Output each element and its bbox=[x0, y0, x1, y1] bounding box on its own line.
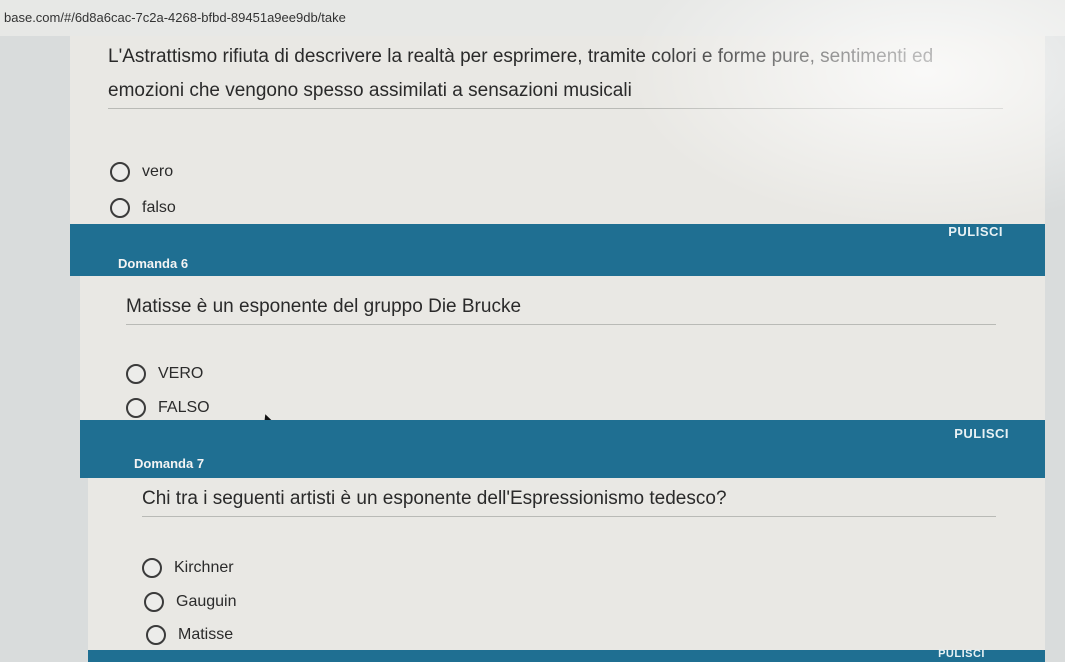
clear-button-7[interactable]: PULISCI bbox=[938, 648, 985, 660]
radio-button[interactable] bbox=[110, 162, 130, 182]
question-number-6: Domanda 6 bbox=[118, 256, 189, 271]
address-bar[interactable]: base.com/#/6d8a6cac-7c2a-4268-bfbd-89451… bbox=[0, 0, 1065, 36]
question-text-7: Chi tra i seguenti artisti è un esponent… bbox=[142, 482, 996, 517]
question-number-7: Domanda 7 bbox=[134, 456, 205, 471]
option-label: Matisse bbox=[178, 626, 234, 643]
option-vero[interactable]: vero bbox=[110, 162, 173, 182]
clear-button-5[interactable]: PULISCI bbox=[948, 224, 1003, 239]
option-vero-6[interactable]: VERO bbox=[126, 364, 203, 384]
radio-button[interactable] bbox=[146, 625, 166, 645]
radio-button[interactable] bbox=[144, 592, 164, 612]
radio-button[interactable] bbox=[126, 364, 146, 384]
question-text-5-line2: emozioni che vengono spesso assimilati a… bbox=[108, 74, 1003, 109]
question-text-5-line1: L'Astrattismo rifiuta di descrivere la r… bbox=[108, 46, 934, 67]
question-header-6-lower: Domanda 6 bbox=[70, 246, 1045, 276]
question-header-8: PULISCI bbox=[88, 648, 1045, 662]
option-falso-6[interactable]: FALSO bbox=[126, 398, 210, 418]
option-label: Gauguin bbox=[176, 593, 237, 610]
option-label: VERO bbox=[158, 365, 204, 382]
radio-button[interactable] bbox=[110, 198, 130, 218]
question-text-6: Matisse è un esponente del gruppo Die Br… bbox=[126, 290, 996, 325]
option-matisse[interactable]: Matisse bbox=[146, 625, 233, 645]
option-label: FALSO bbox=[158, 399, 210, 416]
radio-button[interactable] bbox=[126, 398, 146, 418]
radio-button[interactable] bbox=[142, 558, 162, 578]
option-label: vero bbox=[142, 163, 174, 180]
clear-button-6[interactable]: PULISCI bbox=[954, 426, 1009, 441]
option-kirchner[interactable]: Kirchner bbox=[142, 558, 234, 578]
option-falso[interactable]: falso bbox=[110, 198, 176, 218]
option-label: falso bbox=[142, 199, 176, 216]
option-gauguin[interactable]: Gauguin bbox=[144, 592, 237, 612]
question-header-7-lower: Domanda 7 bbox=[80, 444, 1045, 478]
option-label: Kirchner bbox=[174, 559, 234, 576]
